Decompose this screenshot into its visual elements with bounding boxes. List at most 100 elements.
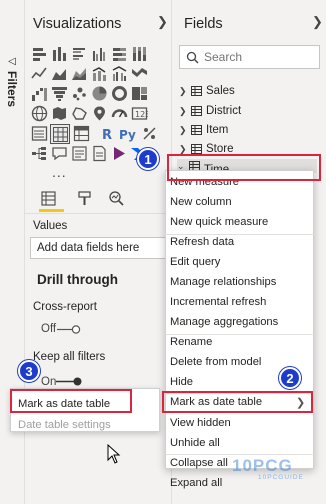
- ribbon-chart-icon[interactable]: [131, 65, 148, 82]
- format-paintbrush-icon[interactable]: [76, 190, 93, 207]
- power-apps-icon[interactable]: [111, 145, 128, 162]
- menu-divider: [165, 454, 314, 455]
- submenu-date-table-settings: Date table settings: [18, 419, 111, 431]
- waterfall-icon[interactable]: [31, 85, 48, 102]
- area-chart-icon[interactable]: [51, 65, 68, 82]
- smart-narrative-icon[interactable]: [71, 145, 88, 162]
- donut-chart-icon[interactable]: [111, 85, 128, 102]
- active-tab-indicator: [39, 209, 64, 212]
- drill-through-title: Drill through: [37, 272, 118, 287]
- field-table-label: Sales: [206, 85, 235, 97]
- line-and-column-icon[interactable]: [91, 65, 108, 82]
- paginated-report-icon[interactable]: [91, 145, 108, 162]
- r-visual-icon[interactable]: R: [99, 125, 116, 142]
- menu-hide[interactable]: Hide: [170, 376, 193, 392]
- highlight-mark-as-date-table-submenu: [10, 389, 132, 413]
- mouse-cursor-icon: [107, 444, 121, 464]
- highlight-mark-as-date-table-menu: [162, 391, 313, 413]
- chevron-right-icon[interactable]: ❯: [179, 86, 187, 97]
- search-input[interactable]: [204, 50, 314, 64]
- clustered-column-icon[interactable]: [91, 45, 108, 62]
- stacked-bar-icon[interactable]: [31, 45, 48, 62]
- menu-edit-query[interactable]: Edit query: [170, 256, 220, 272]
- step-badge-2: 2: [279, 367, 301, 389]
- pie-chart-icon[interactable]: [91, 85, 108, 102]
- 100-stacked-bar-icon[interactable]: [111, 45, 128, 62]
- key-influencers-icon[interactable]: [141, 125, 158, 142]
- menu-unhide-all[interactable]: Unhide all: [170, 437, 220, 453]
- cross-report-toggle[interactable]: [57, 325, 81, 334]
- table-icon: [191, 125, 202, 135]
- card-icon[interactable]: 123: [131, 105, 148, 122]
- table-icon: [191, 86, 202, 96]
- values-drop-well[interactable]: Add data fields here: [30, 237, 170, 259]
- cross-report-state: Off: [41, 323, 57, 335]
- stacked-area-icon[interactable]: [71, 65, 88, 82]
- azure-map-icon[interactable]: [91, 105, 108, 122]
- clustered-bar-icon[interactable]: [71, 45, 88, 62]
- menu-divider: [165, 334, 314, 335]
- python-visual-icon[interactable]: Py: [119, 125, 136, 142]
- chevron-right-icon[interactable]: ❯: [179, 125, 187, 136]
- fields-title: Fields: [184, 16, 223, 32]
- multi-row-card-icon[interactable]: [31, 125, 48, 142]
- menu-refresh-data[interactable]: Refresh data: [170, 236, 234, 252]
- filled-map-icon[interactable]: [51, 105, 68, 122]
- fields-wells-icon[interactable]: [40, 190, 57, 207]
- table-icon: [191, 144, 202, 154]
- watermark-logo: 10PCG: [232, 456, 293, 475]
- chevron-right-icon[interactable]: ❯: [179, 144, 187, 155]
- menu-new-column[interactable]: New column: [170, 196, 232, 212]
- menu-divider: [165, 234, 314, 235]
- menu-incremental-refresh[interactable]: Incremental refresh: [170, 296, 266, 312]
- filters-text: Filters: [5, 71, 19, 108]
- svg-text:Py: Py: [119, 128, 136, 142]
- filter-icon: ◁: [6, 56, 18, 67]
- filters-label[interactable]: ◁ Filters: [1, 56, 23, 116]
- gauge-icon[interactable]: [111, 105, 128, 122]
- search-icon: [186, 51, 199, 63]
- cross-report-label: Cross-report: [33, 301, 97, 313]
- menu-rename[interactable]: Rename: [170, 336, 212, 352]
- chevron-right-icon[interactable]: ❯: [157, 14, 168, 30]
- field-table-label: District: [206, 105, 242, 117]
- fields-search-box[interactable]: [179, 45, 320, 69]
- highlight-time-table: [167, 154, 321, 181]
- menu-new-quick-measure[interactable]: New quick measure: [170, 216, 268, 232]
- matrix-icon[interactable]: [73, 125, 90, 142]
- values-label: Values: [33, 220, 68, 232]
- chevron-right-icon[interactable]: ❯: [179, 106, 187, 117]
- svg-text:R: R: [102, 128, 112, 142]
- stacked-column-icon[interactable]: [51, 45, 68, 62]
- menu-manage-aggregations[interactable]: Manage aggregations: [170, 316, 278, 332]
- field-table-district[interactable]: ❯ District: [179, 101, 241, 121]
- chevron-right-icon[interactable]: ❯: [312, 14, 323, 30]
- scatter-icon[interactable]: [71, 85, 88, 102]
- qna-visual-icon[interactable]: [51, 145, 68, 162]
- menu-view-hidden[interactable]: View hidden: [170, 417, 231, 433]
- step-badge-1: 1: [137, 148, 159, 170]
- watermark-subtext: 10PCGUIDE: [258, 474, 304, 481]
- field-table-sales[interactable]: ❯ Sales: [179, 81, 235, 101]
- line-chart-icon[interactable]: [31, 65, 48, 82]
- menu-expand-all[interactable]: Expand all: [170, 477, 222, 493]
- treemap-icon[interactable]: [131, 85, 148, 102]
- more-visuals-button[interactable]: ...: [52, 164, 67, 180]
- table-visual-icon[interactable]: [50, 124, 70, 144]
- menu-manage-relationships[interactable]: Manage relationships: [170, 276, 276, 292]
- keep-all-filters-toggle[interactable]: [56, 377, 82, 386]
- decomposition-tree-icon[interactable]: [31, 145, 48, 162]
- 100-stacked-column-icon[interactable]: [131, 45, 148, 62]
- shape-map-icon[interactable]: [71, 105, 88, 122]
- analytics-magnifier-icon[interactable]: [108, 190, 125, 207]
- funnel-icon[interactable]: [51, 85, 68, 102]
- field-table-item[interactable]: ❯ Item: [179, 120, 228, 140]
- visualizations-title: Visualizations: [33, 16, 122, 32]
- field-table-label: Item: [206, 124, 229, 136]
- map-icon[interactable]: [31, 105, 48, 122]
- menu-delete-from-model[interactable]: Delete from model: [170, 356, 261, 372]
- keep-all-filters-label: Keep all filters: [33, 351, 106, 363]
- table-icon: [191, 106, 202, 116]
- menu-collapse-all[interactable]: Collapse all: [170, 457, 228, 473]
- line-and-clustered-column-icon[interactable]: [111, 65, 128, 82]
